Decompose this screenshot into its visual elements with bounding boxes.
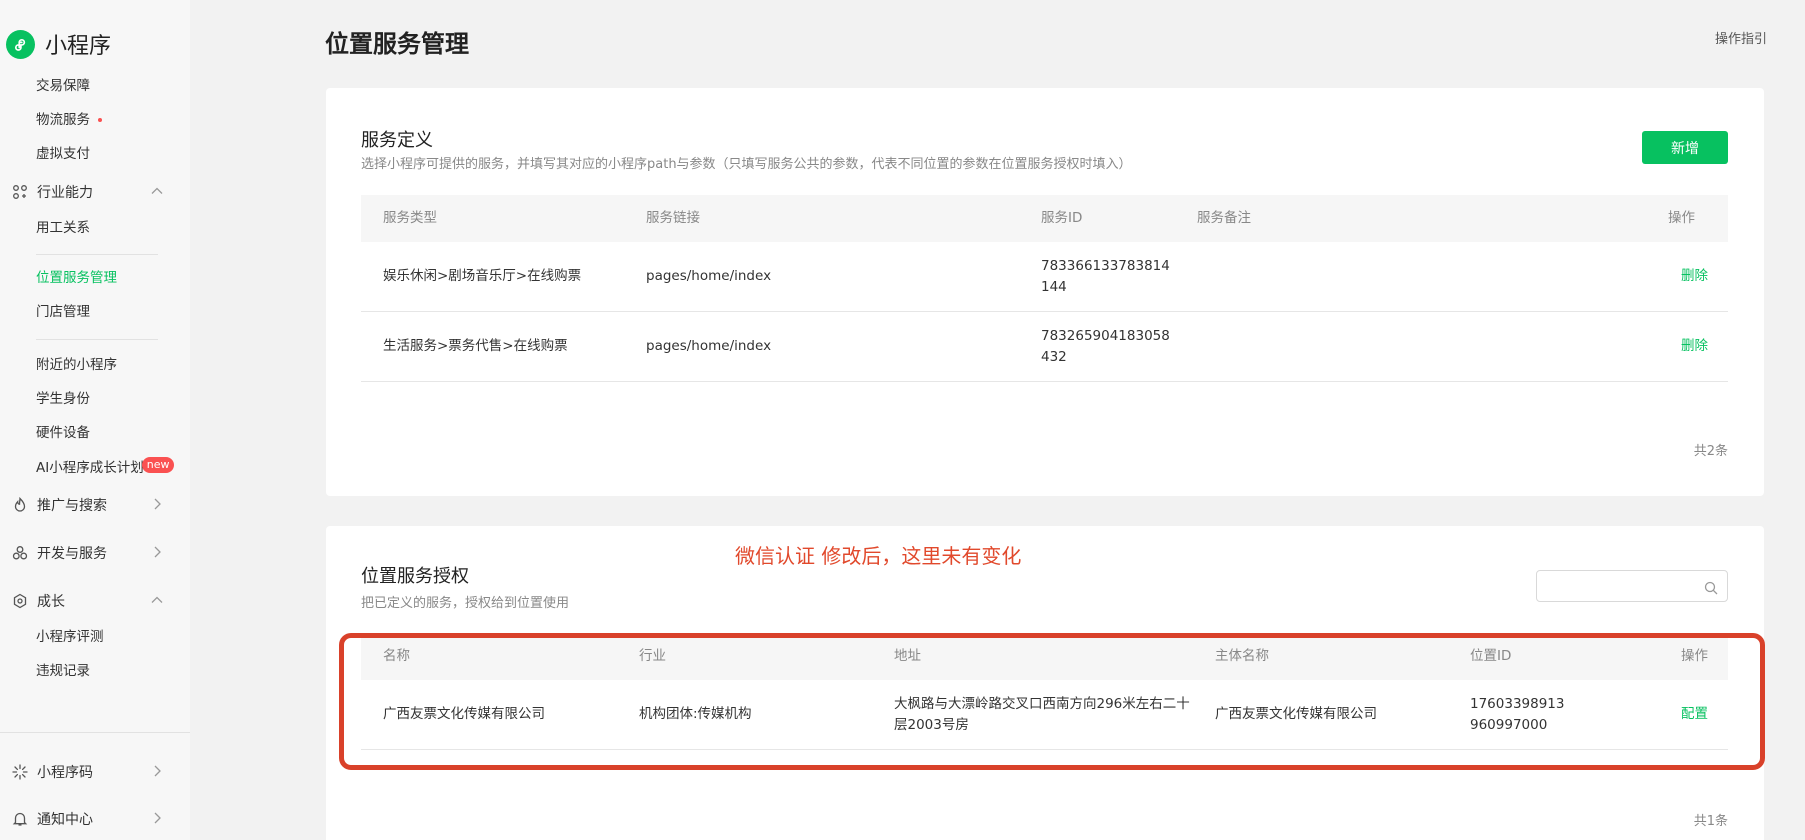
- total-count: 共2条: [1693, 444, 1728, 459]
- sidebar-item-nearby[interactable]: 附近的小程序: [36, 355, 117, 375]
- miniprogram-logo-icon: [6, 29, 35, 59]
- service-id-line: 783265904183058: [1041, 327, 1170, 344]
- promote-icon: [12, 497, 28, 513]
- service-id: 783366133783814 144: [1041, 242, 1170, 311]
- sidebar-group-qrcode[interactable]: 小程序码: [12, 760, 164, 784]
- service-type: 娱乐休闲>剧场音乐厅>在线购票: [383, 268, 582, 284]
- sidebar-divider: [0, 732, 190, 733]
- column-header: 服务链接: [646, 210, 700, 226]
- sidebar-item-employment[interactable]: 用工关系: [36, 218, 90, 238]
- app-root: 小程序 交易保障 物流服务 虚拟支付 行业能力 用工关系 位置服务管理 门店管理…: [0, 0, 1805, 840]
- sidebar-item-hardware[interactable]: 硬件设备: [36, 423, 90, 443]
- total-count: 共1条: [1693, 814, 1728, 829]
- red-dot-indicator: [98, 118, 102, 122]
- industry-icon: [12, 184, 28, 200]
- column-header: 服务ID: [1041, 210, 1083, 226]
- sidebar-item-store[interactable]: 门店管理: [36, 302, 90, 322]
- annotation-highlight-box: [339, 633, 1765, 770]
- sidebar-item-student[interactable]: 学生身份: [36, 389, 90, 409]
- sidebar-item-location-service[interactable]: 位置服务管理: [36, 268, 117, 288]
- service-table: 服务类型 服务链接 服务ID 服务备注 操作 娱乐休闲>剧场音乐厅>在线购票 p…: [361, 195, 1728, 382]
- service-definition-card: 服务定义 选择小程序可提供的服务，并填写其对应的小程序path与参数（只填写服务…: [326, 88, 1764, 496]
- service-id-line: 144: [1041, 278, 1067, 295]
- sidebar: 小程序 交易保障 物流服务 虚拟支付 行业能力 用工关系 位置服务管理 门店管理…: [0, 0, 190, 840]
- service-link: pages/home/index: [646, 268, 772, 284]
- sidebar-item-label: 物流服务: [36, 112, 90, 128]
- sidebar-group-label: 行业能力: [37, 185, 93, 201]
- brand[interactable]: 小程序: [6, 28, 111, 60]
- service-id-line: 432: [1041, 348, 1067, 365]
- add-service-button[interactable]: 新增: [1642, 131, 1728, 164]
- chevron-right-icon: [150, 545, 164, 559]
- chevron-up-icon: [150, 593, 164, 607]
- chevron-right-icon: [150, 497, 164, 511]
- bell-icon: [12, 811, 28, 827]
- sidebar-item-label: AI小程序成长计划: [36, 460, 144, 476]
- sidebar-item-ai-growth[interactable]: AI小程序成长计划 new: [36, 457, 175, 478]
- delete-link-label: 删除: [1681, 338, 1708, 354]
- qrcode-icon: [12, 764, 28, 780]
- table-row: 生活服务>票务代售>在线购票 pages/home/index 78326590…: [361, 312, 1728, 382]
- section-description: 把已定义的服务，授权给到位置使用: [361, 596, 570, 611]
- sidebar-item-logistics[interactable]: 物流服务: [36, 110, 102, 130]
- sidebar-group-notifications[interactable]: 通知中心: [12, 807, 164, 831]
- table-row: 娱乐休闲>剧场音乐厅>在线购票 pages/home/index 7833661…: [361, 242, 1728, 312]
- sidebar-group-promote[interactable]: 推广与搜索: [12, 493, 164, 517]
- chevron-right-icon: [150, 764, 164, 778]
- search-input[interactable]: [1537, 571, 1727, 601]
- section-description: 选择小程序可提供的服务，并填写其对应的小程序path与参数（只填写服务公共的参数…: [361, 157, 1132, 172]
- sidebar-group-growth[interactable]: 成长: [12, 589, 164, 613]
- section-title: 位置服务授权: [361, 566, 469, 587]
- sidebar-group-label: 通知中心: [37, 812, 93, 828]
- sidebar-item-violations[interactable]: 违规记录: [36, 661, 90, 681]
- sidebar-divider: [36, 254, 158, 255]
- sidebar-group-label: 成长: [37, 594, 65, 610]
- service-link: pages/home/index: [646, 338, 772, 354]
- sidebar-group-label: 开发与服务: [37, 546, 107, 562]
- dev-service-icon: [12, 545, 28, 561]
- table-header: 服务类型 服务链接 服务ID 服务备注 操作: [361, 195, 1728, 242]
- app-title: 小程序: [45, 34, 112, 59]
- service-id: 783265904183058 432: [1041, 312, 1170, 381]
- new-badge: new: [141, 457, 175, 473]
- section-title: 服务定义: [361, 130, 433, 151]
- service-id-line: 783366133783814: [1041, 257, 1170, 274]
- column-header: 操作: [1668, 210, 1695, 226]
- sidebar-item-virtual-payment[interactable]: 虚拟支付: [36, 144, 90, 164]
- chevron-up-icon: [150, 184, 164, 198]
- sidebar-group-industry[interactable]: 行业能力: [12, 180, 164, 204]
- growth-icon: [12, 593, 28, 609]
- service-type: 生活服务>票务代售>在线购票: [383, 338, 568, 354]
- sidebar-divider: [36, 339, 158, 340]
- chevron-right-icon: [150, 811, 164, 825]
- column-header: 服务备注: [1197, 210, 1251, 226]
- page-title: 位置服务管理: [325, 30, 469, 58]
- delete-link-label: 删除: [1681, 268, 1708, 284]
- column-header: 服务类型: [383, 210, 437, 226]
- sidebar-group-dev[interactable]: 开发与服务: [12, 541, 164, 565]
- search-icon[interactable]: [1704, 580, 1718, 595]
- guide-link[interactable]: 操作指引: [1715, 28, 1767, 47]
- delete-link[interactable]: 删除: [1681, 242, 1708, 311]
- sidebar-group-label: 推广与搜索: [37, 498, 107, 514]
- sidebar-group-label: 小程序码: [37, 765, 93, 781]
- sidebar-item-evaluation[interactable]: 小程序评测: [36, 627, 104, 647]
- sidebar-item-trade-guarantee[interactable]: 交易保障: [36, 76, 90, 96]
- search-box: [1536, 570, 1728, 602]
- delete-link[interactable]: 删除: [1681, 312, 1708, 381]
- annotation-text: 微信认证 修改后，这里未有变化: [735, 544, 1022, 568]
